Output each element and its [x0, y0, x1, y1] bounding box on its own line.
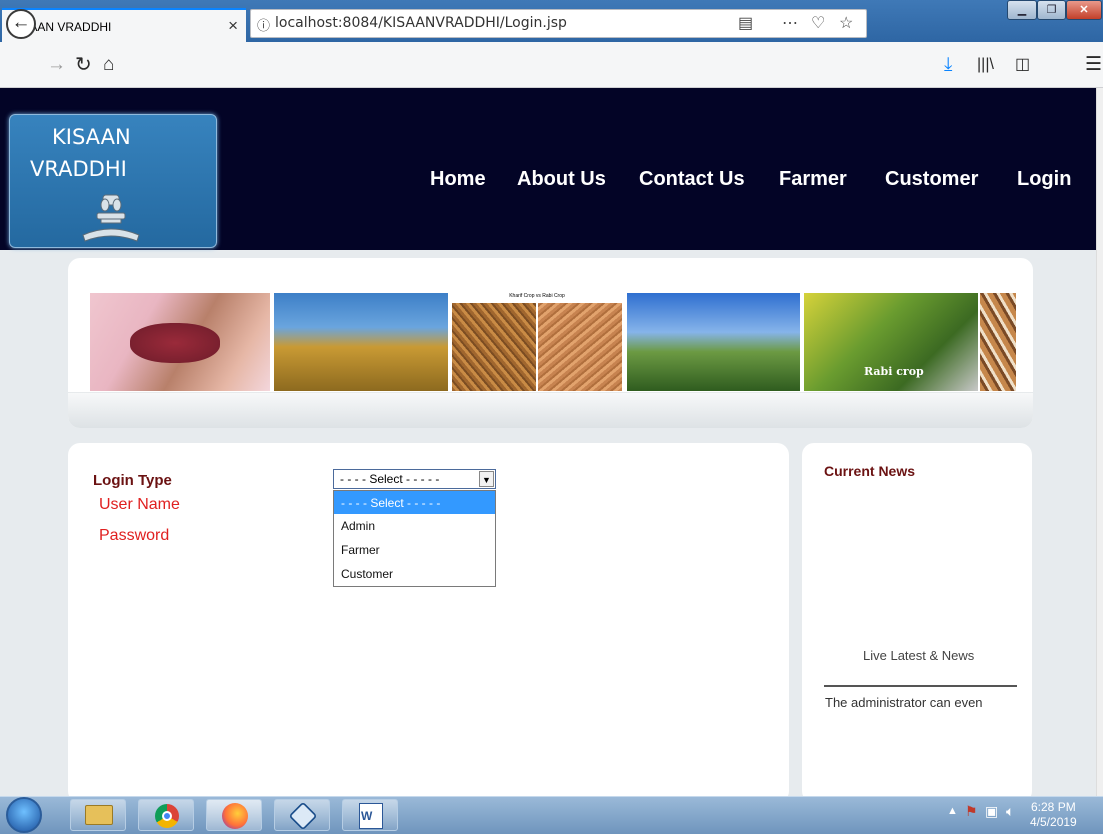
home-icon[interactable]: ⌂	[103, 42, 114, 88]
clock-time: 6:28 PM	[1031, 800, 1076, 814]
word-taskbar-icon[interactable]: W	[342, 799, 398, 831]
option-select[interactable]: - - - - Select - - - - -	[334, 491, 495, 514]
page-actions-icon[interactable]: ⋯	[782, 13, 798, 33]
page-scrollbar[interactable]	[1096, 88, 1103, 796]
browser-navbar	[0, 42, 1103, 88]
banner-image-wheat-field	[274, 293, 448, 391]
network-icon[interactable]: ▣	[985, 803, 998, 820]
login-type-value: - - - - Select - - - - -	[340, 472, 440, 486]
site-logo[interactable]: KISAAN VRADDHI	[9, 114, 217, 248]
virtualbox-taskbar-icon[interactable]	[274, 799, 330, 831]
news-text: The administrator can even	[825, 695, 983, 710]
chevron-down-icon[interactable]: ▼	[479, 471, 494, 487]
login-type-label: Login Type	[93, 472, 172, 489]
bookmark-star-icon[interactable]: ☆	[839, 13, 853, 33]
action-center-flag-icon[interactable]: ⚑	[965, 803, 978, 820]
banner-image-rabi-crop: Rabi crop	[804, 293, 978, 391]
banner-image-green-wheat	[627, 293, 800, 391]
url-bar[interactable]: ⓘ localhost:8084/KISAANVRADDHI/Login.jsp…	[250, 9, 867, 38]
browser-tab[interactable]: KISAAN VRADDHI ×	[2, 8, 246, 42]
nav-login[interactable]: Login	[1017, 168, 1071, 191]
password-label: Password	[99, 527, 170, 544]
logo-line1: KISAAN	[52, 125, 131, 149]
news-live-heading: Live Latest & News	[863, 648, 975, 663]
clock-date: 4/5/2019	[1030, 815, 1077, 829]
system-clock[interactable]: 6:28 PM 4/5/2019	[1030, 800, 1077, 830]
library-icon[interactable]: |||\	[977, 42, 994, 88]
maximize-button[interactable]: ❐	[1037, 0, 1066, 20]
close-window-button[interactable]: ✕	[1066, 0, 1102, 20]
close-tab-icon[interactable]: ×	[228, 16, 238, 36]
firefox-taskbar-icon[interactable]	[206, 799, 262, 831]
username-label: User Name	[99, 496, 180, 513]
news-panel	[802, 443, 1032, 803]
nav-about-us[interactable]: About Us	[517, 168, 606, 191]
info-icon[interactable]: ⓘ	[257, 15, 270, 34]
tray-expand-icon[interactable]: ▲	[947, 805, 958, 817]
banner-panel: Kharif Crop vs Rabi Crop Rabi crop	[68, 258, 1033, 428]
url-text: localhost:8084/KISAANVRADDHI/Login.jsp	[275, 15, 567, 31]
news-title: Current News	[824, 463, 916, 479]
option-customer[interactable]: Customer	[334, 562, 495, 586]
banner-footer	[68, 392, 1033, 428]
reload-icon[interactable]: ↻	[75, 42, 92, 88]
start-button[interactable]	[6, 797, 42, 833]
forward-icon[interactable]: →	[47, 42, 66, 88]
nav-contact-us[interactable]: Contact Us	[639, 168, 745, 191]
minimize-button[interactable]: ▁	[1007, 0, 1037, 20]
rabi-crop-label: Rabi crop	[864, 365, 924, 378]
sidebar-icon[interactable]: ◫	[1015, 42, 1030, 88]
login-type-select[interactable]: - - - - Select - - - - - ▼	[333, 469, 496, 489]
nav-farmer[interactable]: Farmer	[779, 168, 847, 191]
banner-image-kharif-rabi: Kharif Crop vs Rabi Crop	[452, 293, 622, 391]
login-type-dropdown[interactable]: - - - - Select - - - - - Admin Farmer Cu…	[333, 490, 496, 587]
nav-home[interactable]: Home	[430, 168, 486, 191]
volume-muted-icon[interactable]: 🔈︎	[1006, 803, 1014, 820]
back-icon[interactable]: ←	[6, 9, 36, 39]
menu-icon[interactable]: ☰	[1085, 42, 1102, 88]
downloads-icon[interactable]: ⤓	[944, 42, 952, 88]
national-emblem-icon	[82, 194, 140, 242]
banner-image-seeds	[90, 293, 270, 391]
banner-image-grains	[980, 293, 1016, 391]
pocket-icon[interactable]: ♡	[811, 13, 825, 33]
option-farmer[interactable]: Farmer	[334, 538, 495, 562]
nav-customer[interactable]: Customer	[885, 168, 978, 191]
chrome-taskbar-icon[interactable]	[138, 799, 194, 831]
banner-caption: Kharif Crop vs Rabi Crop	[509, 293, 565, 299]
option-admin[interactable]: Admin	[334, 514, 495, 538]
reader-view-icon[interactable]: ▤	[738, 13, 753, 33]
site-header: KISAAN VRADDHI Home About Us Contact Us …	[0, 88, 1100, 250]
logo-line2: VRADDHI	[30, 157, 127, 181]
news-divider	[824, 685, 1017, 687]
explorer-taskbar-icon[interactable]	[70, 799, 126, 831]
